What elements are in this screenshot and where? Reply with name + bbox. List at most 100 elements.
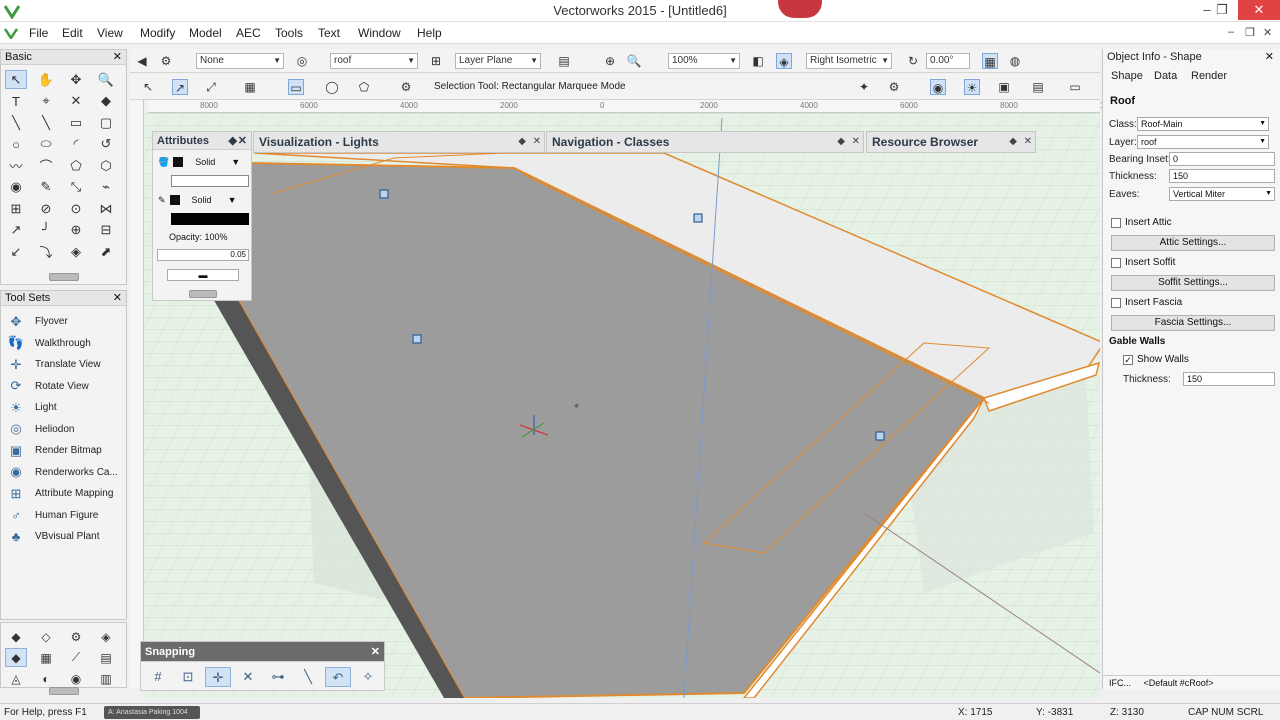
- flyover-view-icon[interactable]: ◧: [750, 53, 766, 69]
- selection-handle[interactable]: [412, 334, 422, 344]
- insert-soffit-checkbox[interactable]: Insert Soffit: [1111, 257, 1175, 268]
- quarter-arc-tool-icon[interactable]: ↺: [95, 135, 117, 154]
- plane-icon[interactable]: ⊞: [428, 53, 444, 69]
- render-mode-icon[interactable]: ▦: [982, 53, 998, 69]
- toolset-tab-icon[interactable]: ◇: [35, 627, 57, 646]
- insert-attic-checkbox[interactable]: Insert Attic: [1111, 217, 1172, 228]
- camera-icon[interactable]: ▤: [1030, 79, 1046, 95]
- attribute-mapping-tool-icon[interactable]: ◆: [95, 92, 117, 111]
- toolset-tab-icon[interactable]: ▥: [95, 669, 117, 688]
- tab-navigation-classes[interactable]: Navigation - Classes ◆ ✕: [546, 131, 864, 153]
- offset-tool-icon[interactable]: ⊙: [65, 199, 87, 218]
- gable-thickness-field[interactable]: 150: [1183, 372, 1275, 386]
- mirror-tool-icon[interactable]: ⋈: [95, 199, 117, 218]
- soffit-settings-button[interactable]: Soffit Settings...: [1111, 275, 1275, 291]
- magnet-mode-icon[interactable]: ⤢: [203, 79, 219, 95]
- basic-palette-close-icon[interactable]: ✕: [113, 50, 122, 65]
- navigation-close-icon[interactable]: ✕: [852, 132, 860, 152]
- zoom-icon[interactable]: 🔍: [626, 53, 642, 69]
- attributes-pin-icon[interactable]: ◆: [229, 132, 237, 150]
- toolset-tab-icon[interactable]: ◆: [5, 648, 27, 667]
- render-tool-icon[interactable]: ◈: [65, 242, 87, 261]
- taskbar-chip[interactable]: A: Anastasia Paking 1004: [104, 706, 200, 719]
- menu-view[interactable]: View: [97, 26, 123, 40]
- zoom-fit-icon[interactable]: ⊕: [602, 53, 618, 69]
- menu-tools[interactable]: Tools: [275, 26, 303, 40]
- help-icon[interactable]: ▭: [1067, 79, 1083, 95]
- reshape-tool-icon[interactable]: ⊞: [5, 199, 27, 218]
- fill-row[interactable]: 🪣 Solid ▼: [158, 155, 240, 169]
- locus-tool-icon[interactable]: ✕: [65, 92, 87, 111]
- smart-edge-icon[interactable]: ↶: [325, 667, 351, 687]
- rounded-rectangle-tool-icon[interactable]: ▢: [95, 113, 117, 132]
- class-select[interactable]: None ▼: [196, 53, 284, 69]
- record-format[interactable]: <Default #cRoof>: [1144, 678, 1214, 688]
- flyover-tool-icon[interactable]: ✥: [65, 70, 87, 89]
- basic-palette-grip[interactable]: [49, 273, 79, 281]
- text-tool-icon[interactable]: T: [5, 92, 27, 111]
- plane-select[interactable]: Layer Plane ▼: [455, 53, 541, 69]
- layer-select[interactable]: roof ▼: [330, 53, 418, 69]
- toolset-item[interactable]: ▣ Render Bitmap: [5, 440, 102, 461]
- fascia-settings-button[interactable]: Fascia Settings...: [1111, 315, 1275, 331]
- tab-resource-browser[interactable]: Resource Browser ◆ ✕: [866, 131, 1036, 153]
- selection-tool-icon[interactable]: ↖: [5, 70, 27, 89]
- rotation-icon[interactable]: ↻: [905, 53, 921, 69]
- toolset-tab-icon[interactable]: ◐: [35, 669, 57, 688]
- tab-render[interactable]: Render: [1191, 70, 1227, 82]
- restore-button[interactable]: ❐: [1207, 0, 1237, 20]
- ifc-button[interactable]: IFC...: [1109, 678, 1131, 688]
- toolset-item[interactable]: ⊞ Attribute Mapping: [5, 483, 114, 504]
- layer-field[interactable]: roof ▼: [1137, 135, 1269, 149]
- toolset-item[interactable]: ◎ Heliodon: [5, 419, 74, 440]
- polyline-tool-icon[interactable]: ⌒: [35, 156, 57, 175]
- snap-to-intersection-icon[interactable]: ✛: [205, 667, 231, 687]
- bearing-inset-field[interactable]: 0: [1169, 152, 1275, 166]
- circle-tool-icon[interactable]: ○: [5, 135, 27, 154]
- select-special-icon[interactable]: ▦: [242, 79, 258, 95]
- pan-tool-icon[interactable]: ✋: [35, 70, 57, 89]
- fill-dropdown-icon[interactable]: ▼: [231, 157, 240, 167]
- menu-window[interactable]: Window: [358, 26, 401, 40]
- tab-data[interactable]: Data: [1154, 70, 1177, 82]
- smart-points-icon[interactable]: ╲: [295, 667, 321, 687]
- class-visibility-icon[interactable]: ⚙: [158, 53, 174, 69]
- attic-settings-button[interactable]: Attic Settings...: [1111, 235, 1275, 251]
- marquee-drag-icon[interactable]: ↗: [172, 79, 188, 95]
- snapping-close-icon[interactable]: ✕: [371, 642, 380, 662]
- pen-color-swatch[interactable]: [169, 195, 180, 205]
- layer-visibility-icon[interactable]: ◎: [294, 53, 310, 69]
- line-style-select[interactable]: ▬: [167, 269, 239, 281]
- toolset-item[interactable]: ✛ Translate View: [5, 354, 101, 375]
- lighting-icon[interactable]: ◍: [1007, 53, 1023, 69]
- spiral-tool-icon[interactable]: ◉: [5, 178, 27, 197]
- toolset-tab-icon[interactable]: ▦: [35, 648, 57, 667]
- selection-handle[interactable]: [875, 431, 885, 441]
- pen-dropdown-icon[interactable]: ▼: [228, 195, 237, 205]
- back-arrow-icon[interactable]: ◀: [134, 53, 150, 69]
- rectangle-tool-icon[interactable]: ▭: [65, 113, 87, 132]
- dimension-tool-icon[interactable]: ⤡: [65, 178, 87, 197]
- callout-tool-icon[interactable]: ⌖: [35, 92, 57, 111]
- document-icon[interactable]: [4, 27, 18, 39]
- projection-icon[interactable]: ◈: [776, 53, 792, 69]
- render-icon[interactable]: ▣: [996, 79, 1012, 95]
- tool-preferences-icon[interactable]: ⚙: [398, 79, 414, 95]
- snap-to-distance-icon[interactable]: ✕: [235, 667, 261, 687]
- menu-modify[interactable]: Modify: [140, 26, 175, 40]
- polygon-tool-icon[interactable]: ⬠: [65, 156, 87, 175]
- eyedropper-tool-icon[interactable]: ✎: [35, 178, 57, 197]
- constrained-tool-icon[interactable]: ⌁: [95, 178, 117, 197]
- pen-row[interactable]: ✎ Solid ▼: [158, 193, 236, 207]
- doc-minimize-button[interactable]: –: [1228, 26, 1234, 38]
- menu-text[interactable]: Text: [318, 26, 340, 40]
- attributes-grip[interactable]: [189, 290, 217, 298]
- opacity-label[interactable]: Opacity: 100%: [169, 232, 228, 242]
- chamfer-tool-icon[interactable]: ↙: [5, 242, 27, 261]
- space-tool-icon[interactable]: ⬈: [95, 242, 117, 261]
- menu-aec[interactable]: AEC: [236, 26, 261, 40]
- menu-model[interactable]: Model: [189, 26, 222, 40]
- resource-browser-pin-icon[interactable]: ◆: [1009, 132, 1017, 152]
- tab-visualization-lights[interactable]: Visualization - Lights ◆ ✕: [253, 131, 545, 153]
- toolset-tab-icon[interactable]: ◆: [5, 627, 27, 646]
